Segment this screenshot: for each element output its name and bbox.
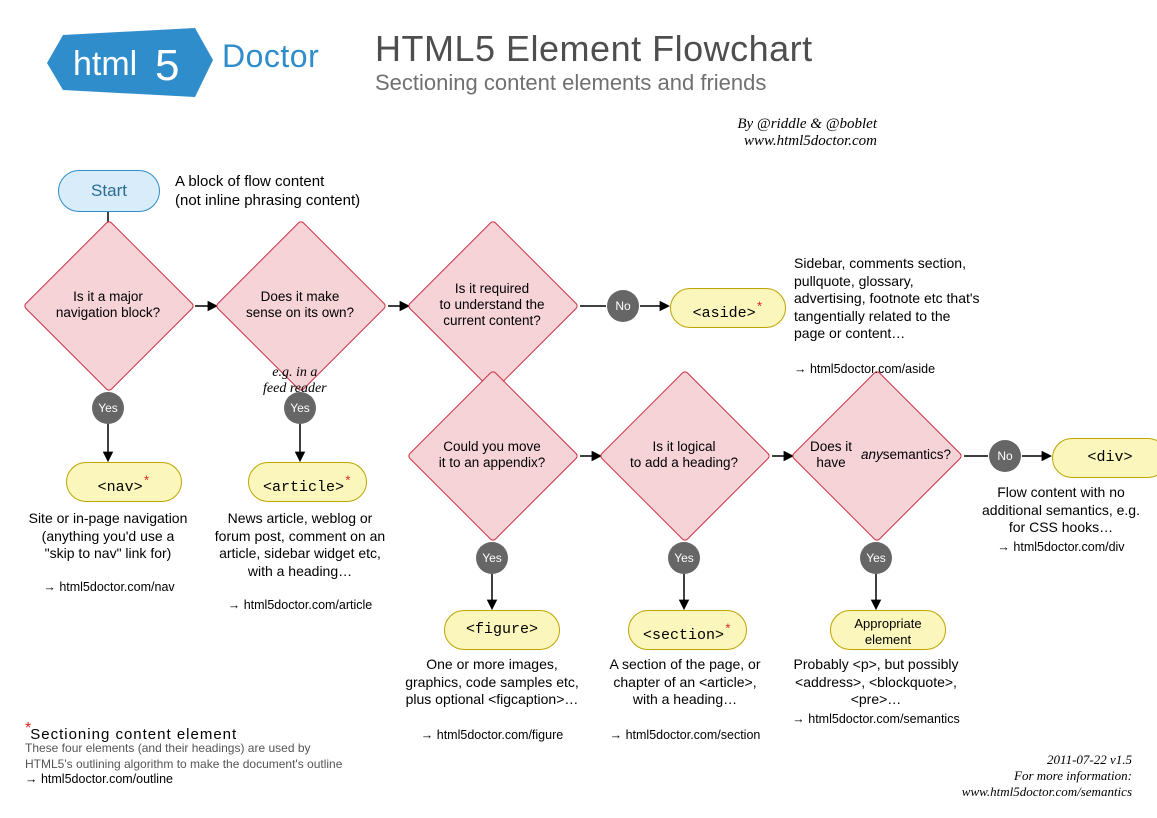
version-block: 2011-07-22 v1.5 For more information: ww… xyxy=(962,752,1132,800)
page-subtitle: Sectioning content elements and friends xyxy=(375,70,766,96)
version-date: 2011-07-22 v1.5 xyxy=(962,752,1132,768)
link-section: → html5doctor.com/section xyxy=(600,728,770,742)
decision-appendix: Could you move it to an appendix? xyxy=(407,400,577,510)
link-figure: → html5doctor.com/figure xyxy=(400,728,584,742)
footnote-link: → html5doctor.com/outline xyxy=(25,772,173,786)
badge-yes-d1: Yes xyxy=(92,392,124,424)
desc-div: Flow content with no additional semantic… xyxy=(976,484,1146,537)
html5doctor-logo: html 5 xyxy=(45,25,215,100)
decision-d4-text: Could you move it to an appendix? xyxy=(407,400,577,510)
byline-authors: By @riddle & @boblet xyxy=(737,116,877,133)
link-div: → html5doctor.com/div xyxy=(976,540,1146,554)
desc-section: A section of the page, or chapter of an … xyxy=(600,656,770,709)
version-more: For more information: xyxy=(962,768,1132,784)
decision-required-understand: Is it required to understand the current… xyxy=(407,250,577,360)
badge-no-d3: No xyxy=(607,290,639,322)
start-node: Start xyxy=(58,170,160,212)
result-section: <section>* xyxy=(628,610,747,650)
svg-text:html: html xyxy=(73,45,137,83)
badge-yes-d4: Yes xyxy=(476,542,508,574)
result-figure: <figure> xyxy=(444,610,560,650)
logo-doctor-text: Doctor xyxy=(222,38,319,75)
byline-url: www.html5doctor.com xyxy=(737,133,877,150)
badge-no-d6: No xyxy=(989,440,1021,472)
desc-aside: Sidebar, comments section, pullquote, gl… xyxy=(794,255,984,343)
version-url: www.html5doctor.com/semantics xyxy=(962,784,1132,800)
desc-article: News article, weblog or forum post, comm… xyxy=(210,510,390,580)
result-appropriate-element: Appropriate element xyxy=(830,610,946,650)
badge-yes-d2: Yes xyxy=(284,392,316,424)
result-article: <article>* xyxy=(248,462,367,502)
badge-yes-d5: Yes xyxy=(668,542,700,574)
desc-figure: One or more images, graphics, code sampl… xyxy=(400,656,584,709)
desc-nav: Site or in-page navigation (anything you… xyxy=(28,510,188,563)
link-article: → html5doctor.com/article xyxy=(210,598,390,612)
result-div: <div> xyxy=(1052,438,1157,478)
desc-appropriate: Probably <p>, but possibly <address>, <b… xyxy=(788,656,964,709)
decision-own-sense: Does it make sense on its own? xyxy=(215,250,385,360)
link-nav: → html5doctor.com/nav xyxy=(30,580,188,594)
decision-d2-text: Does it make sense on its own? xyxy=(215,250,385,360)
decision-major-navigation: Is it a major navigation block? xyxy=(23,250,193,360)
link-aside: → html5doctor.com/aside xyxy=(794,362,984,376)
decision-d1-text: Is it a major navigation block? xyxy=(23,250,193,360)
start-note: A block of flow content (not inline phra… xyxy=(175,173,360,211)
footnote-body: These four elements (and their headings)… xyxy=(25,740,355,772)
result-nav: <nav>* xyxy=(66,462,182,502)
decision-add-heading: Is it logicalto add a heading? xyxy=(599,400,769,510)
page-title: HTML5 Element Flowchart xyxy=(375,28,813,70)
link-appropriate: → html5doctor.com/semantics xyxy=(788,712,964,726)
svg-text:5: 5 xyxy=(155,41,179,90)
decision-d5-text: Is it logicalto add a heading? xyxy=(599,400,769,510)
decision-any-semantics: Does it haveany semantics? xyxy=(791,400,961,510)
decision-d6-text: Does it haveany semantics? xyxy=(791,400,961,510)
result-aside: <aside>* xyxy=(670,288,786,328)
badge-yes-d6: Yes xyxy=(860,542,892,574)
decision-d3-text: Is it required to understand the current… xyxy=(407,250,577,360)
byline: By @riddle & @boblet www.html5doctor.com xyxy=(737,116,877,150)
